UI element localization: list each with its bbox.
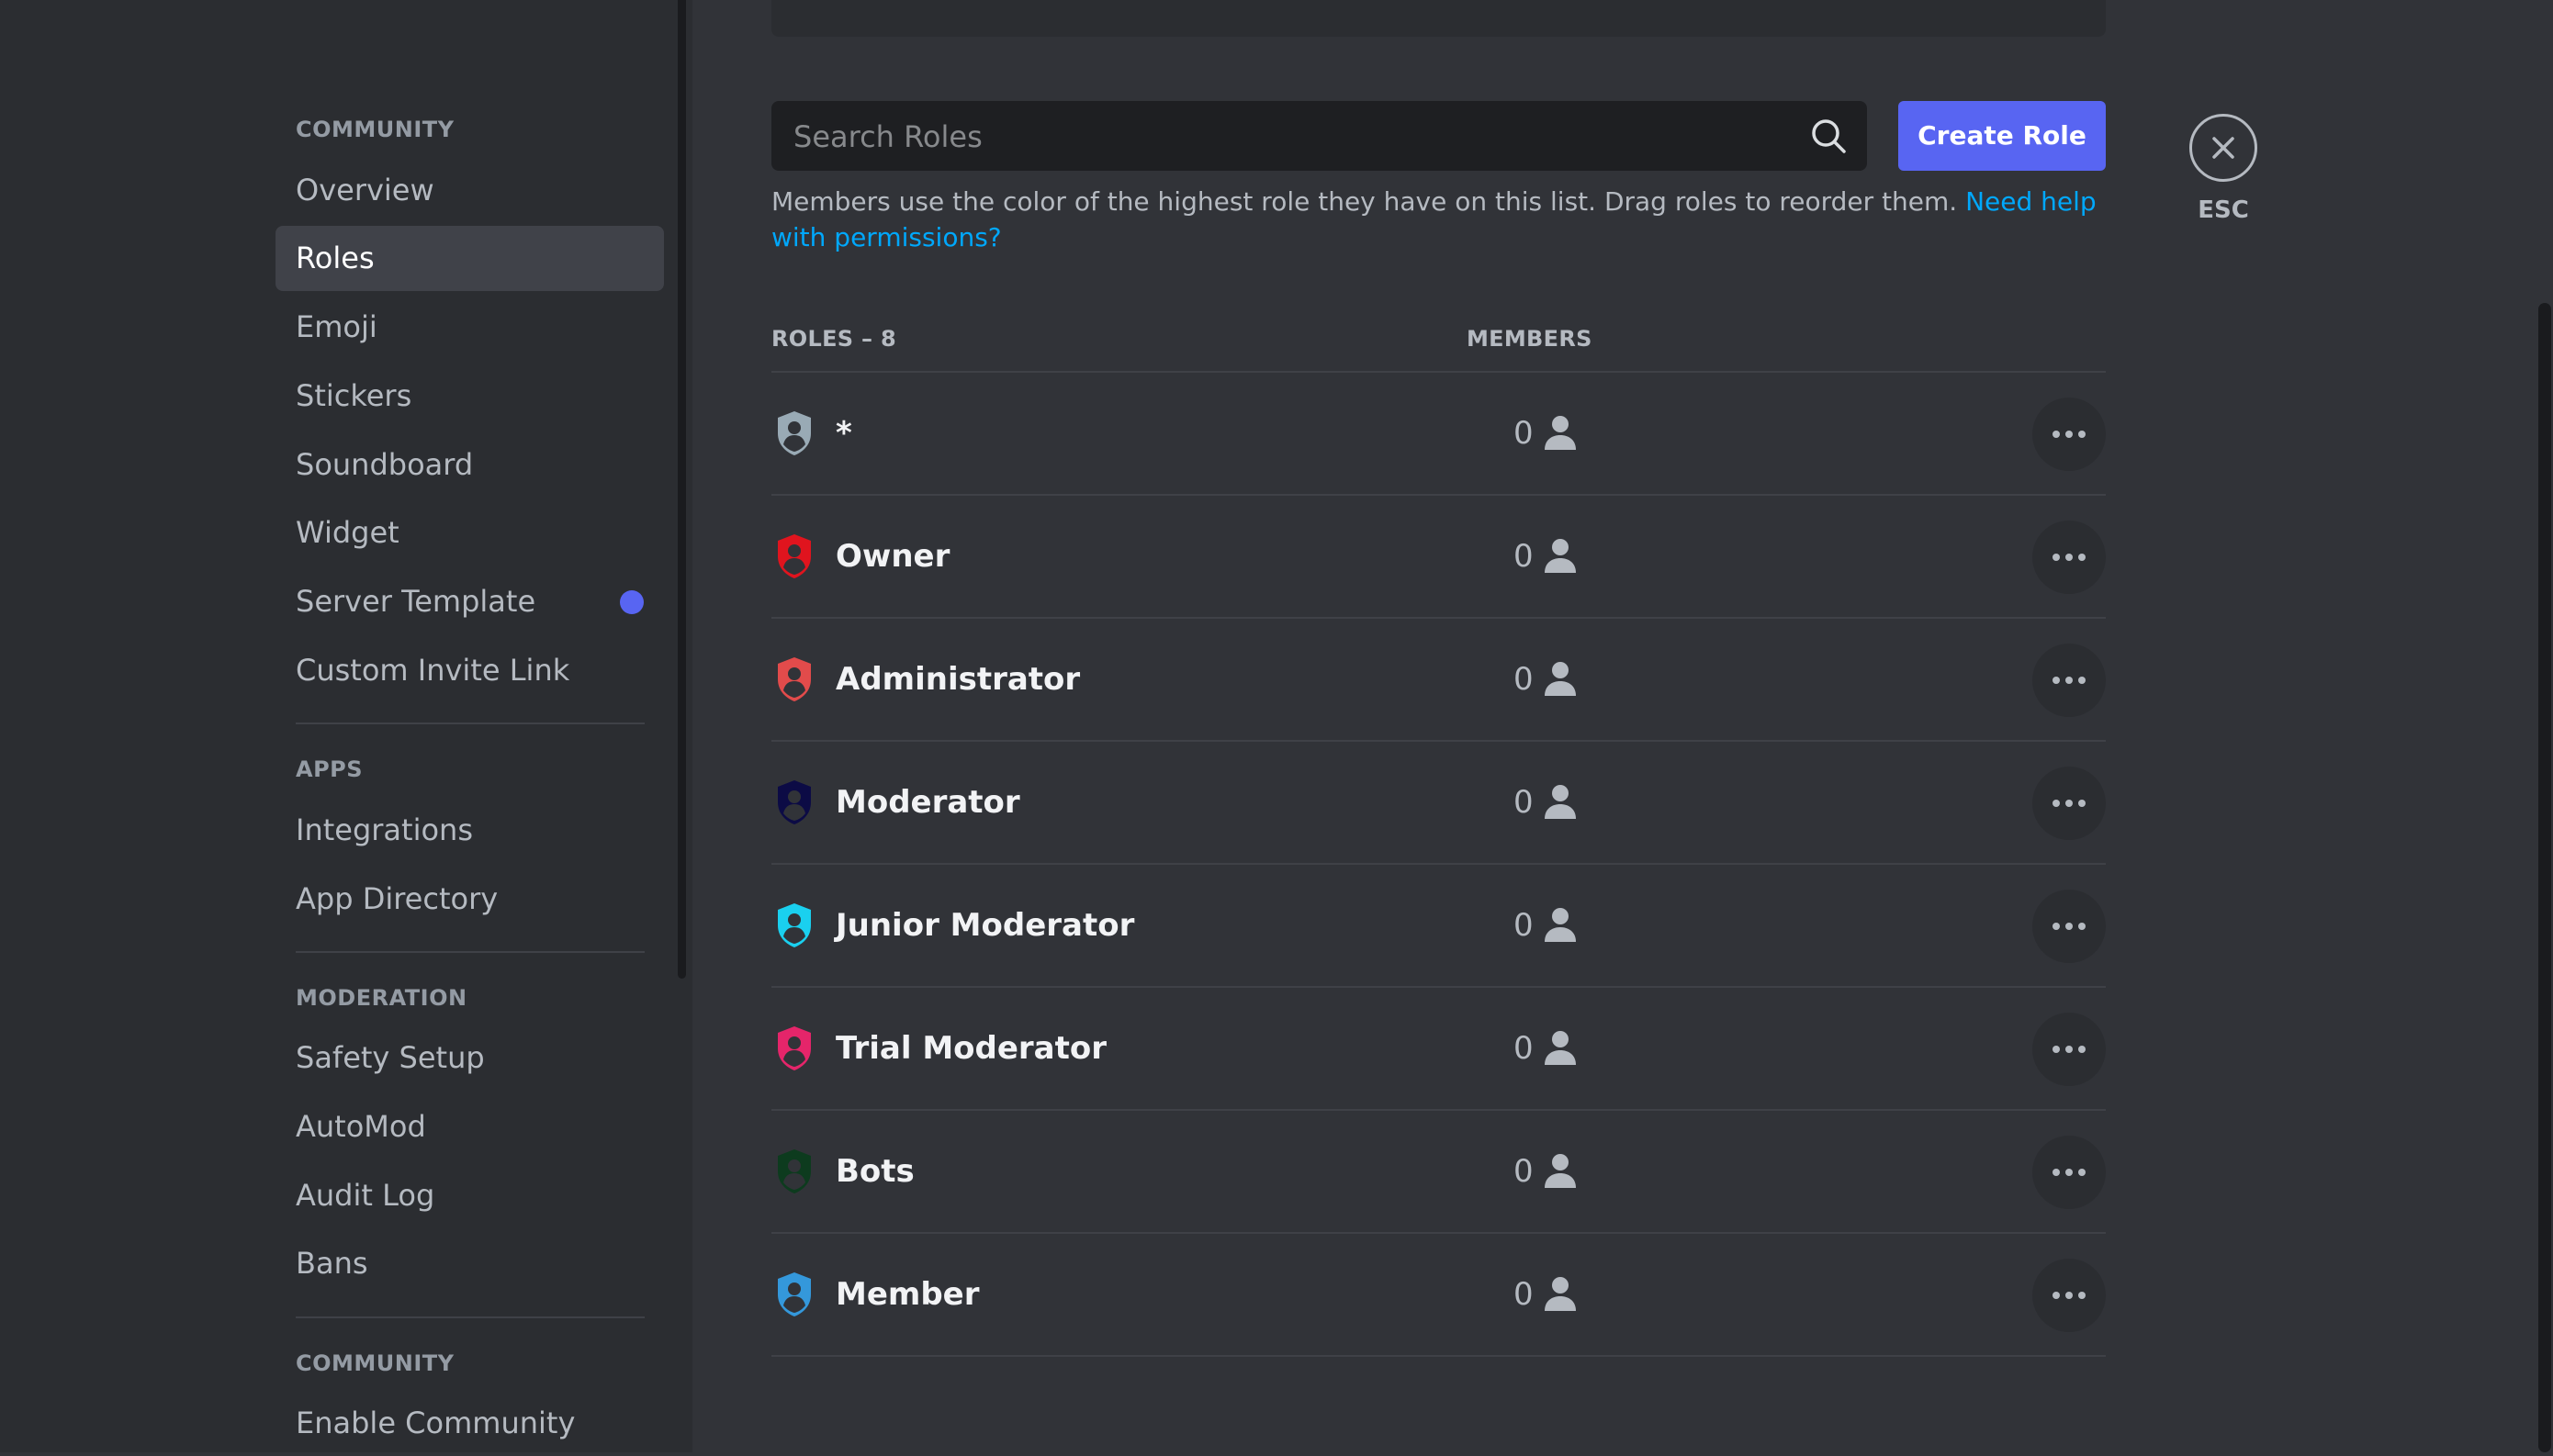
more-options-icon xyxy=(2053,923,2086,930)
role-shield-icon xyxy=(778,657,811,701)
role-member-count: 0 xyxy=(1513,1153,1534,1190)
role-member-count: 0 xyxy=(1513,538,1534,575)
role-row-trial-moderator[interactable]: Trial Moderator 0 xyxy=(771,986,2106,1109)
sidebar-item-safety-setup[interactable]: Safety Setup xyxy=(276,1025,664,1091)
previous-section-card xyxy=(771,0,2106,37)
role-more-button[interactable] xyxy=(2032,890,2106,963)
more-options-icon xyxy=(2053,677,2086,684)
role-row-moderator[interactable]: Moderator 0 xyxy=(771,740,2106,863)
role-more-button[interactable] xyxy=(2032,398,2106,471)
person-icon xyxy=(1545,785,1576,819)
role-more-button[interactable] xyxy=(2032,767,2106,840)
person-icon xyxy=(1545,416,1576,450)
role-row-everyone[interactable]: * 0 xyxy=(771,371,2106,494)
sidebar-item-widget[interactable]: Widget xyxy=(276,500,664,566)
person-icon xyxy=(1545,1277,1576,1311)
role-row-owner[interactable]: Owner 0 xyxy=(771,494,2106,617)
role-shield-icon xyxy=(778,1026,811,1070)
sidebar-divider xyxy=(296,1316,645,1318)
role-name: Administrator xyxy=(836,661,1081,698)
sidebar-divider xyxy=(296,722,645,724)
sidebar-item-automod[interactable]: AutoMod xyxy=(276,1094,664,1159)
sidebar-divider xyxy=(296,951,645,953)
role-name: Trial Moderator xyxy=(836,1030,1107,1067)
role-row-bots[interactable]: Bots 0 xyxy=(771,1109,2106,1232)
search-icon[interactable] xyxy=(1810,118,1847,154)
sidebar-item-audit-log[interactable]: Audit Log xyxy=(276,1163,664,1228)
sidebar-item-integrations[interactable]: Integrations xyxy=(276,798,664,863)
role-name: Junior Moderator xyxy=(836,907,1135,944)
role-more-button[interactable] xyxy=(2032,1136,2106,1209)
sidebar-item-bans[interactable]: Bans xyxy=(276,1231,664,1296)
sidebar-item-stickers[interactable]: Stickers xyxy=(276,364,664,429)
sidebar-item-custom-invite-link[interactable]: Custom Invite Link xyxy=(276,638,664,703)
members-header: MEMBERS xyxy=(1467,326,1592,352)
role-name: Moderator xyxy=(836,784,1020,821)
person-icon xyxy=(1545,539,1576,573)
person-icon xyxy=(1545,908,1576,942)
role-more-button[interactable] xyxy=(2032,644,2106,717)
esc-label: ESC xyxy=(2198,196,2249,224)
sidebar-header-community: Community xyxy=(296,117,455,142)
role-member-count: 0 xyxy=(1513,1030,1534,1067)
roles-count-header: ROLES – 8 xyxy=(771,326,896,352)
more-options-icon xyxy=(2053,554,2086,561)
role-shield-icon xyxy=(778,1272,811,1316)
sidebar-item-roles[interactable]: Roles xyxy=(276,226,664,291)
description-text: Members use the color of the highest rol… xyxy=(771,186,1966,217)
role-shield-icon xyxy=(778,780,811,824)
sidebar-scrollbar[interactable] xyxy=(678,0,686,979)
role-shield-icon xyxy=(778,411,811,455)
more-options-icon xyxy=(2053,431,2086,438)
close-settings: ESC xyxy=(2186,114,2261,224)
role-shield-icon xyxy=(778,1149,811,1193)
sidebar-header-community: Community xyxy=(296,1350,455,1376)
role-name: Bots xyxy=(836,1153,915,1190)
sidebar-item-app-directory[interactable]: App Directory xyxy=(276,867,664,932)
notification-dot xyxy=(620,590,644,614)
page-scrollbar[interactable] xyxy=(2538,303,2551,1452)
role-more-button[interactable] xyxy=(2032,521,2106,594)
search-input[interactable] xyxy=(792,101,1787,173)
more-options-icon xyxy=(2053,1169,2086,1176)
roles-list: * 0 Owner 0 Administrator 0 Moderator 0 Junior M… xyxy=(771,371,2106,1357)
more-options-icon xyxy=(2053,800,2086,807)
person-icon xyxy=(1545,1031,1576,1065)
person-icon xyxy=(1545,1154,1576,1188)
more-options-icon xyxy=(2053,1046,2086,1053)
role-shield-icon xyxy=(778,534,811,578)
role-member-count: 0 xyxy=(1513,1276,1534,1313)
role-name: Owner xyxy=(836,538,950,575)
close-button[interactable] xyxy=(2189,114,2257,182)
role-more-button[interactable] xyxy=(2032,1013,2106,1086)
role-member-count: 0 xyxy=(1513,415,1534,452)
create-role-button[interactable]: Create Role xyxy=(1898,101,2106,171)
sidebar-header-moderation: Moderation xyxy=(296,985,467,1011)
roles-description: Members use the color of the highest rol… xyxy=(771,184,2106,255)
role-member-count: 0 xyxy=(1513,907,1534,944)
sidebar-header-apps: Apps xyxy=(296,756,364,782)
sidebar-item-server-template[interactable]: Server Template xyxy=(276,569,664,634)
role-member-count: 0 xyxy=(1513,784,1534,821)
close-icon xyxy=(2212,137,2234,159)
settings-sidebar: Community Overview Roles Emoji Stickers … xyxy=(0,0,692,1452)
role-name: Member xyxy=(836,1276,980,1313)
sidebar-item-label: Server Template xyxy=(296,584,536,619)
role-more-button[interactable] xyxy=(2032,1259,2106,1332)
role-name: * xyxy=(836,415,852,452)
role-row-member[interactable]: Member 0 xyxy=(771,1232,2106,1357)
role-shield-icon xyxy=(778,903,811,947)
sidebar-item-emoji[interactable]: Emoji xyxy=(276,295,664,360)
role-row-administrator[interactable]: Administrator 0 xyxy=(771,617,2106,740)
role-row-junior-moderator[interactable]: Junior Moderator 0 xyxy=(771,863,2106,986)
sidebar-item-soundboard[interactable]: Soundboard xyxy=(276,432,664,498)
search-roles-box xyxy=(771,101,1867,173)
person-icon xyxy=(1545,662,1576,696)
sidebar-item-overview[interactable]: Overview xyxy=(276,158,664,223)
sidebar-item-enable-community[interactable]: Enable Community xyxy=(276,1391,664,1456)
role-member-count: 0 xyxy=(1513,661,1534,698)
more-options-icon xyxy=(2053,1292,2086,1299)
